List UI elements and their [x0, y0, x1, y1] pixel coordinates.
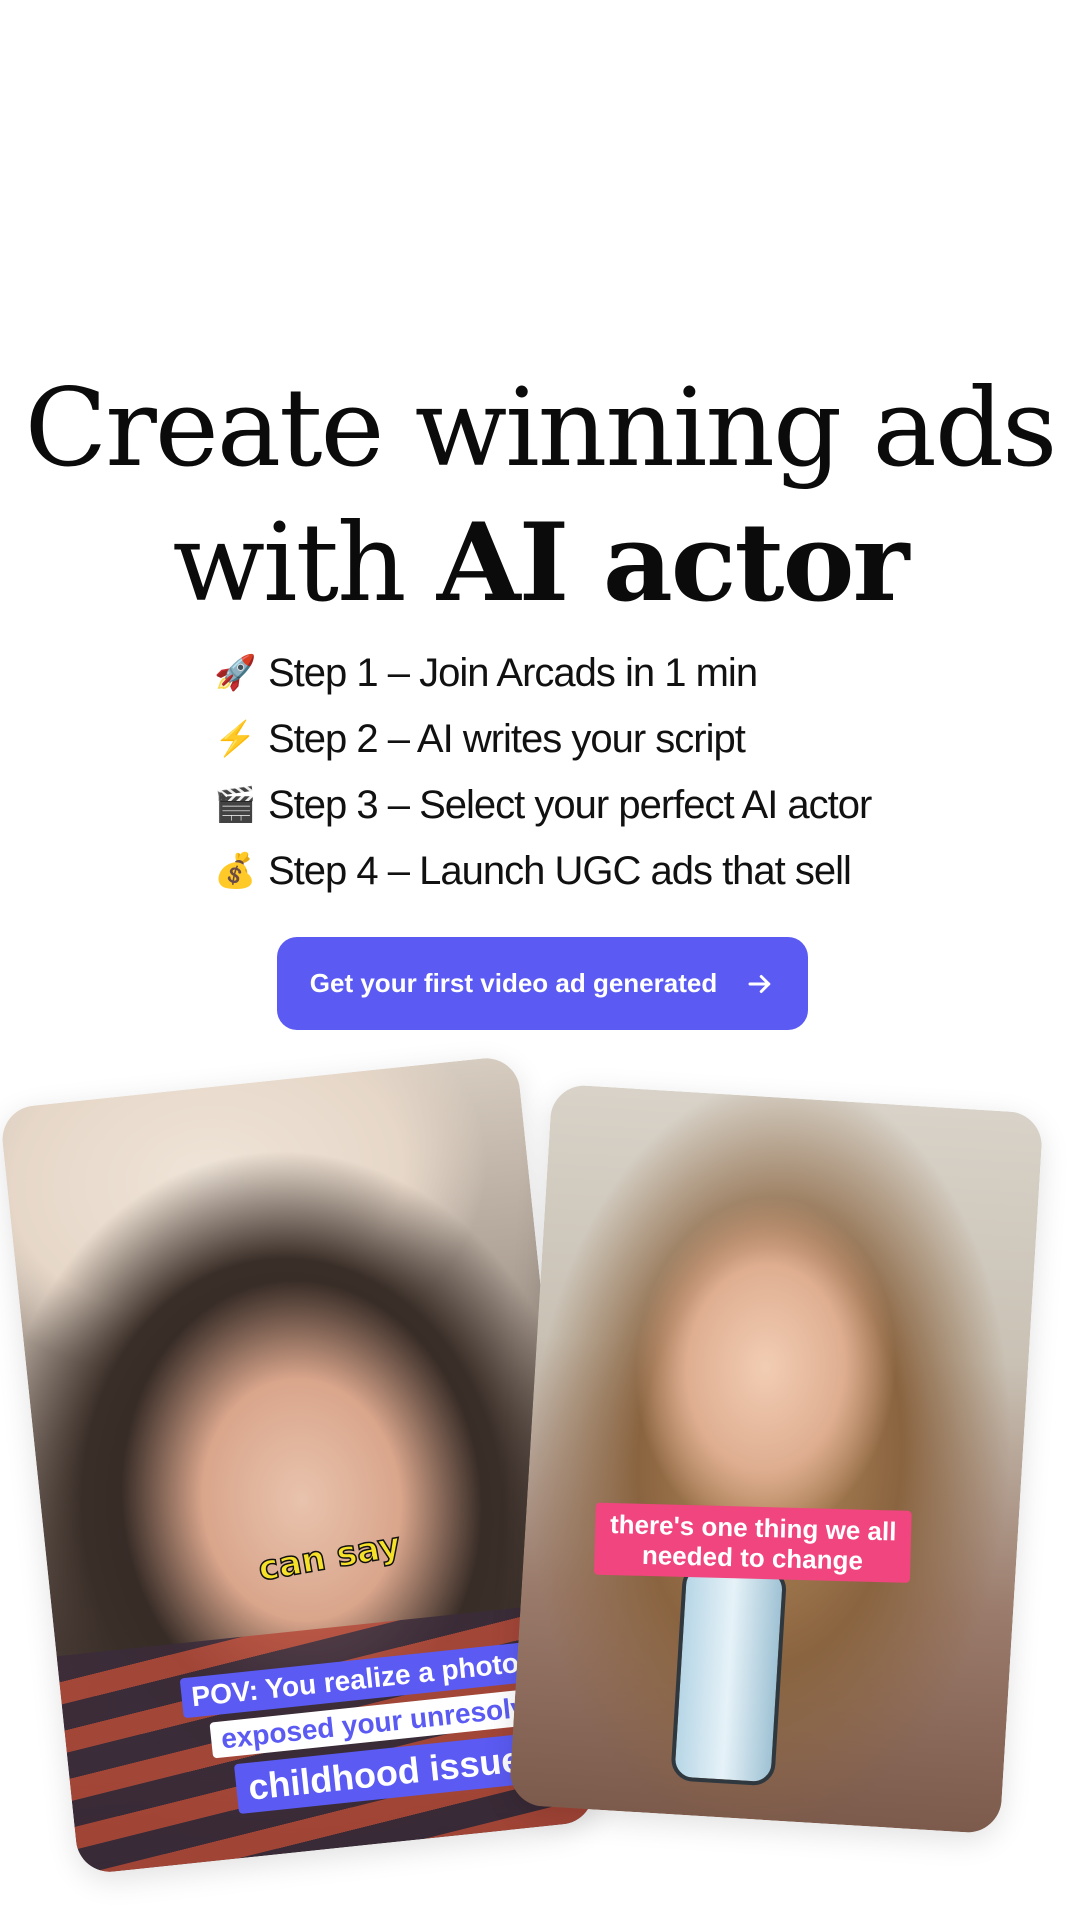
- cta-button[interactable]: Get your first video ad generated: [277, 937, 808, 1030]
- steps-list: 🚀 Step 1 – Join Arcads in 1 min ⚡ Step 2…: [214, 640, 872, 904]
- arrow-right-icon: [748, 974, 771, 993]
- video-card-left[interactable]: can say POV: You realize a photo just ex…: [0, 1054, 597, 1876]
- headline: Create winning ads with AI actor: [0, 362, 1080, 631]
- step-item: ⚡ Step 2 – AI writes your script: [214, 706, 871, 772]
- step-text: Step 4 – Launch UGC ads that sell: [268, 848, 852, 893]
- headline-line1: Create winning ads: [24, 366, 1058, 491]
- clapperboard-icon: 🎬: [214, 786, 256, 824]
- step-text: Step 1 – Join Arcads in 1 min: [268, 650, 758, 695]
- step-item: 🚀 Step 1 – Join Arcads in 1 min: [214, 640, 871, 706]
- phone-prop: [670, 1562, 788, 1787]
- video-card-right[interactable]: there's one thing we all needed to chang…: [508, 1083, 1044, 1835]
- money-bag-icon: 💰: [214, 852, 256, 890]
- step-text: Step 3 – Select your perfect AI actor: [268, 782, 872, 827]
- caption-pink: there's one thing we all needed to chang…: [593, 1502, 912, 1583]
- headline-bold: AI actor: [436, 500, 909, 626]
- cta-label: Get your first video ad generated: [309, 968, 718, 998]
- rocket-icon: 🚀: [214, 654, 256, 692]
- caption-yellow: can say: [255, 1524, 405, 1590]
- step-item: 💰 Step 4 – Launch UGC ads that sell: [214, 838, 871, 904]
- headline-with: with: [172, 501, 407, 626]
- step-item: 🎬 Step 3 – Select your perfect AI actor: [214, 772, 872, 838]
- step-text: Step 2 – AI writes your script: [268, 716, 746, 761]
- lightning-icon: ⚡: [214, 720, 256, 758]
